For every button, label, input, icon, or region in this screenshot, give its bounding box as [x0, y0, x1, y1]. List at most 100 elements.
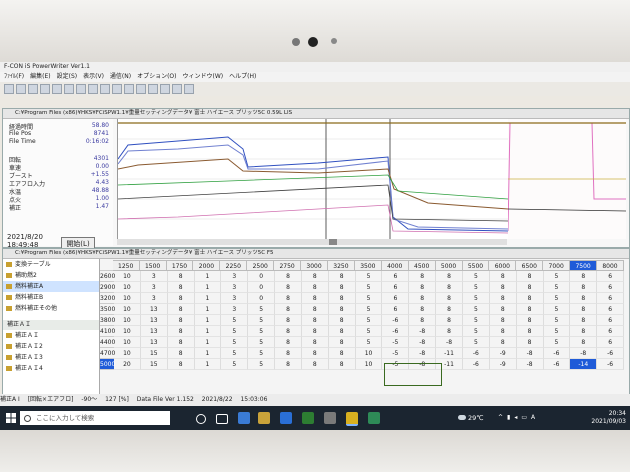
map-cell[interactable]: -8 — [516, 359, 544, 370]
map-cell[interactable]: 8 — [301, 326, 329, 337]
map-cell[interactable]: -8 — [409, 337, 437, 348]
map-cell[interactable]: 8 — [489, 271, 517, 282]
map-cell[interactable]: 6 — [382, 304, 410, 315]
map-cell[interactable]: 8 — [489, 304, 517, 315]
map-cell[interactable]: 5 — [543, 304, 571, 315]
store-icon[interactable] — [280, 412, 292, 424]
menu-option[interactable]: オプション(O) — [137, 72, 176, 82]
map-cell[interactable]: 10 — [114, 282, 141, 293]
map-cell[interactable]: 5 — [543, 337, 571, 348]
map-cell[interactable]: 5 — [462, 326, 490, 337]
map-cell[interactable]: 6 — [597, 326, 625, 337]
column-header[interactable]: 6000 — [489, 260, 517, 271]
map-cell[interactable]: 8 — [516, 304, 544, 315]
tree-item[interactable]: 補助燃2 — [3, 270, 99, 281]
map-cell[interactable]: 8 — [436, 282, 463, 293]
toolbar-button[interactable] — [4, 84, 14, 94]
map-cell[interactable]: 8 — [167, 293, 195, 304]
map-cell[interactable]: 5 — [248, 315, 276, 326]
map-cell[interactable]: 5 — [221, 315, 249, 326]
map-cell[interactable]: 8 — [570, 304, 598, 315]
map-cell[interactable]: 3 — [221, 304, 249, 315]
menu-window[interactable]: ウィンドウ(W) — [183, 72, 224, 82]
toolbar-button[interactable] — [88, 84, 98, 94]
battery-icon[interactable]: ▭ — [521, 414, 527, 421]
menu-view[interactable]: 表示(V) — [83, 72, 104, 82]
column-header[interactable]: 6500 — [516, 260, 544, 271]
toolbar-button[interactable] — [184, 84, 194, 94]
map-cell[interactable]: 15 — [140, 348, 168, 359]
map-cell[interactable]: 8 — [516, 282, 544, 293]
tree-item[interactable]: 補正ＡＩ — [3, 330, 99, 341]
tree-item[interactable]: 燃料補正その他 — [3, 303, 99, 314]
toolbar-button[interactable] — [16, 84, 26, 94]
map-cell[interactable]: 8 — [570, 337, 598, 348]
monitor-window[interactable]: C:¥Program Files (x86)¥HKS¥FCiSPW1.1¥重量セ… — [2, 108, 630, 251]
map-cell[interactable]: 5 — [355, 337, 383, 348]
column-header[interactable]: 4500 — [408, 260, 436, 271]
column-header[interactable]: 7000 — [543, 260, 571, 271]
row-header[interactable]: 4400 — [100, 337, 115, 348]
explorer-icon[interactable] — [258, 412, 270, 424]
map-cell[interactable]: 8 — [167, 359, 195, 370]
map-cell[interactable]: 8 — [436, 293, 463, 304]
map-cell[interactable]: -6 — [462, 348, 490, 359]
map-cell[interactable]: 8 — [570, 315, 598, 326]
map-cell[interactable]: 10 — [355, 359, 383, 370]
map-cell[interactable]: -9 — [489, 348, 517, 359]
map-cell[interactable]: -8 — [409, 326, 437, 337]
map-cell[interactable]: -14 — [570, 359, 598, 370]
map-cell[interactable]: 10 — [114, 304, 141, 315]
toolbar-button[interactable] — [28, 84, 38, 94]
map-cell[interactable]: 6 — [597, 315, 625, 326]
map-cell[interactable]: 10 — [114, 315, 141, 326]
row-header[interactable]: 2900 — [100, 282, 115, 293]
map-cell[interactable]: 8 — [167, 337, 195, 348]
weather-temp[interactable]: 29℃ — [468, 414, 484, 422]
column-header[interactable]: 1500 — [139, 260, 167, 271]
column-header[interactable]: 2250 — [220, 260, 248, 271]
map-cell[interactable]: -6 — [597, 348, 625, 359]
map-cell[interactable]: 8 — [301, 271, 329, 282]
map-cell[interactable]: 8 — [167, 315, 195, 326]
map-cell[interactable]: 5 — [221, 348, 249, 359]
map-cell[interactable]: 8 — [275, 293, 302, 304]
map-cell[interactable]: 1 — [194, 359, 222, 370]
map-cell[interactable]: 8 — [409, 293, 437, 304]
map-cell[interactable]: 8 — [167, 282, 195, 293]
map-grid[interactable]: 1250 1500 1750 2000 2250 2500 2750 3000 3250 3500… — [100, 260, 625, 386]
map-cell[interactable]: 5 — [543, 271, 571, 282]
map-cell[interactable]: 13 — [140, 304, 168, 315]
map-cell[interactable]: 3 — [140, 293, 168, 304]
map-cell[interactable]: -6 — [597, 359, 625, 370]
map-cell[interactable]: 5 — [462, 271, 490, 282]
column-header[interactable]: 2000 — [193, 260, 221, 271]
column-header[interactable]: 3000 — [301, 260, 328, 271]
map-cell[interactable]: 8 — [436, 326, 463, 337]
map-cell[interactable]: 8 — [301, 337, 329, 348]
map-cell[interactable]: 8 — [489, 293, 517, 304]
map-cell[interactable]: 6 — [597, 293, 625, 304]
map-cell[interactable]: 10 — [114, 293, 141, 304]
map-cell[interactable]: 8 — [167, 348, 195, 359]
network-icon[interactable]: ▮ — [507, 414, 510, 421]
task-view-icon[interactable] — [216, 414, 228, 424]
map-cell[interactable]: 8 — [167, 271, 195, 282]
map-cell[interactable]: 6 — [597, 282, 625, 293]
toolbar-button[interactable] — [112, 84, 122, 94]
map-cell[interactable]: 8 — [570, 293, 598, 304]
map-cell[interactable]: 5 — [248, 304, 276, 315]
map-cell[interactable]: 3 — [221, 282, 249, 293]
map-cell[interactable]: 8 — [328, 293, 356, 304]
map-cell[interactable]: 8 — [570, 282, 598, 293]
map-cell[interactable]: -5 — [382, 337, 410, 348]
map-cell[interactable]: 0 — [248, 282, 276, 293]
map-cell[interactable]: 8 — [328, 282, 356, 293]
map-cell[interactable]: 10 — [114, 337, 141, 348]
map-cell[interactable]: 13 — [140, 337, 168, 348]
map-cell[interactable]: 8 — [275, 304, 302, 315]
map-cell[interactable]: 5 — [248, 359, 276, 370]
excel-icon[interactable] — [302, 412, 314, 424]
map-cell[interactable]: 0 — [248, 293, 276, 304]
map-cell[interactable]: 8 — [570, 326, 598, 337]
